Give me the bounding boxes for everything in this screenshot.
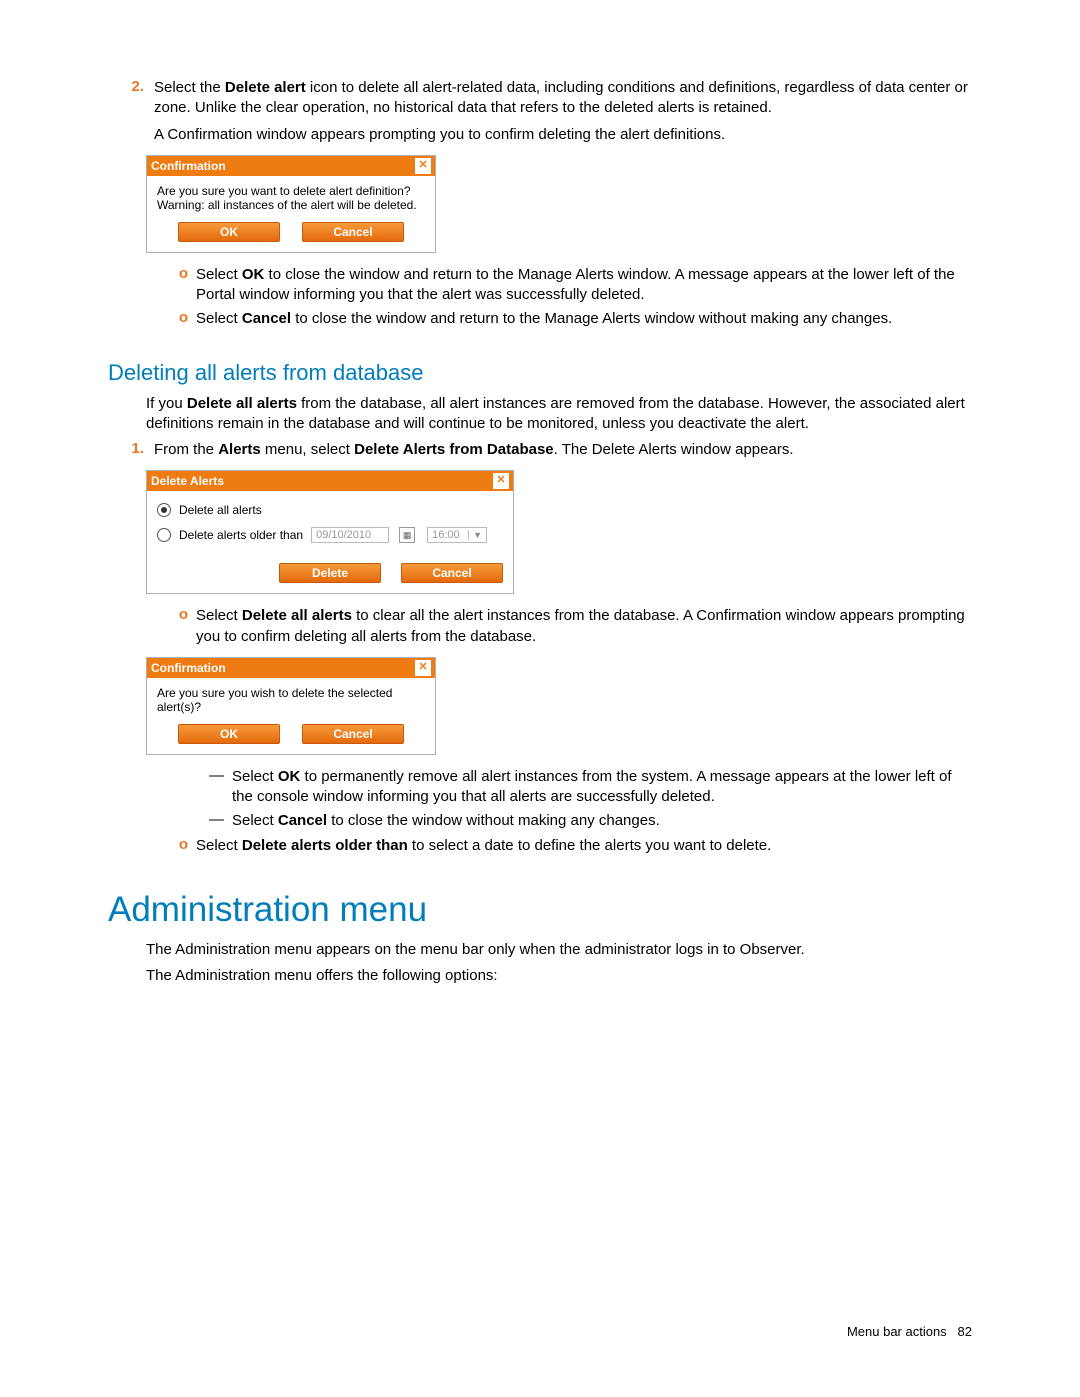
dialog-buttons: Delete Cancel bbox=[147, 557, 513, 593]
close-icon[interactable]: ✕ bbox=[493, 473, 509, 489]
calendar-icon[interactable]: ▦ bbox=[399, 527, 415, 543]
text: A Confirmation window appears prompting … bbox=[154, 125, 972, 145]
step-1: 1. From the Alerts menu, select Delete A… bbox=[108, 440, 972, 460]
bullet: o bbox=[168, 309, 188, 329]
confirmation-dialog-2: Confirmation ✕ Are you sure you wish to … bbox=[146, 657, 436, 755]
dash-cancel: — Select Cancel to close the window with… bbox=[204, 811, 972, 831]
sub-bullet-older-than: o Select Delete alerts older than to sel… bbox=[168, 836, 972, 856]
bullet: o bbox=[168, 836, 188, 856]
page-footer: Menu bar actions 82 bbox=[847, 1324, 972, 1339]
step-body: From the Alerts menu, select Delete Aler… bbox=[144, 440, 972, 460]
paragraph: The Administration menu offers the follo… bbox=[146, 966, 972, 986]
dialog-buttons: OK Cancel bbox=[147, 222, 435, 252]
sub-bullet-ok: o Select OK to close the window and retu… bbox=[168, 265, 972, 306]
radio-icon bbox=[157, 528, 171, 542]
time-dropdown[interactable]: 16:00 ▼ bbox=[427, 527, 487, 543]
radio-label: Delete all alerts bbox=[179, 503, 262, 517]
ok-button[interactable]: OK bbox=[178, 724, 280, 744]
cancel-button[interactable]: Cancel bbox=[302, 724, 404, 744]
radio-label: Delete alerts older than bbox=[179, 528, 303, 542]
cancel-button[interactable]: Cancel bbox=[302, 222, 404, 242]
radio-delete-all[interactable]: Delete all alerts bbox=[157, 503, 503, 517]
step-2: 2. Select the Delete alert icon to delet… bbox=[108, 78, 972, 145]
step-number: 1. bbox=[108, 440, 144, 460]
step-body: Select the Delete alert icon to delete a… bbox=[144, 78, 972, 145]
footer-label: Menu bar actions bbox=[847, 1324, 947, 1339]
text: Select Delete all alerts to clear all th… bbox=[188, 606, 972, 647]
cancel-button[interactable]: Cancel bbox=[401, 563, 503, 583]
dialog-body: Are you sure you want to delete alert de… bbox=[147, 176, 435, 222]
dialog-titlebar: Delete Alerts ✕ bbox=[147, 471, 513, 491]
date-input[interactable]: 09/10/2010 bbox=[311, 527, 389, 543]
bullet: o bbox=[168, 606, 188, 647]
sub-bullet-delete-all: o Select Delete all alerts to clear all … bbox=[168, 606, 972, 647]
radio-delete-older[interactable]: Delete alerts older than 09/10/2010 ▦ 16… bbox=[157, 527, 503, 543]
dialog-titlebar: Confirmation ✕ bbox=[147, 658, 435, 678]
page-number: 82 bbox=[958, 1324, 972, 1339]
dialog-buttons: OK Cancel bbox=[147, 724, 435, 754]
bullet: o bbox=[168, 265, 188, 306]
confirmation-dialog: Confirmation ✕ Are you sure you want to … bbox=[146, 155, 436, 253]
delete-alerts-dialog: Delete Alerts ✕ Delete all alerts Delete… bbox=[146, 470, 514, 594]
dash: — bbox=[204, 811, 224, 831]
dialog-title: Confirmation bbox=[151, 661, 226, 675]
dialog-title: Delete Alerts bbox=[151, 474, 224, 488]
dialog-title: Confirmation bbox=[151, 159, 226, 173]
close-icon[interactable]: ✕ bbox=[415, 158, 431, 174]
sub-bullet-cancel: o Select Cancel to close the window and … bbox=[168, 309, 972, 329]
close-icon[interactable]: ✕ bbox=[415, 660, 431, 676]
ok-button[interactable]: OK bbox=[178, 222, 280, 242]
dialog-body: Delete all alerts Delete alerts older th… bbox=[147, 491, 513, 557]
bold-text: Delete alert bbox=[225, 79, 306, 96]
step-number: 2. bbox=[108, 78, 144, 145]
dash-ok: — Select OK to permanently remove all al… bbox=[204, 767, 972, 808]
text: Select the bbox=[154, 79, 225, 96]
dialog-titlebar: Confirmation ✕ bbox=[147, 156, 435, 176]
section-heading: Deleting all alerts from database bbox=[108, 360, 972, 386]
radio-icon bbox=[157, 503, 171, 517]
text: Select Cancel to close the window withou… bbox=[224, 811, 972, 831]
chevron-down-icon: ▼ bbox=[468, 530, 482, 540]
text: Select Delete alerts older than to selec… bbox=[188, 836, 972, 856]
page-heading: Administration menu bbox=[108, 890, 972, 930]
dialog-body: Are you sure you wish to delete the sele… bbox=[147, 678, 435, 724]
dash: — bbox=[204, 767, 224, 808]
delete-button[interactable]: Delete bbox=[279, 563, 381, 583]
paragraph: If you Delete all alerts from the databa… bbox=[146, 394, 972, 435]
text: Select Cancel to close the window and re… bbox=[188, 309, 972, 329]
text: Select OK to close the window and return… bbox=[188, 265, 972, 306]
paragraph: The Administration menu appears on the m… bbox=[146, 940, 972, 960]
text: Select OK to permanently remove all aler… bbox=[224, 767, 972, 808]
